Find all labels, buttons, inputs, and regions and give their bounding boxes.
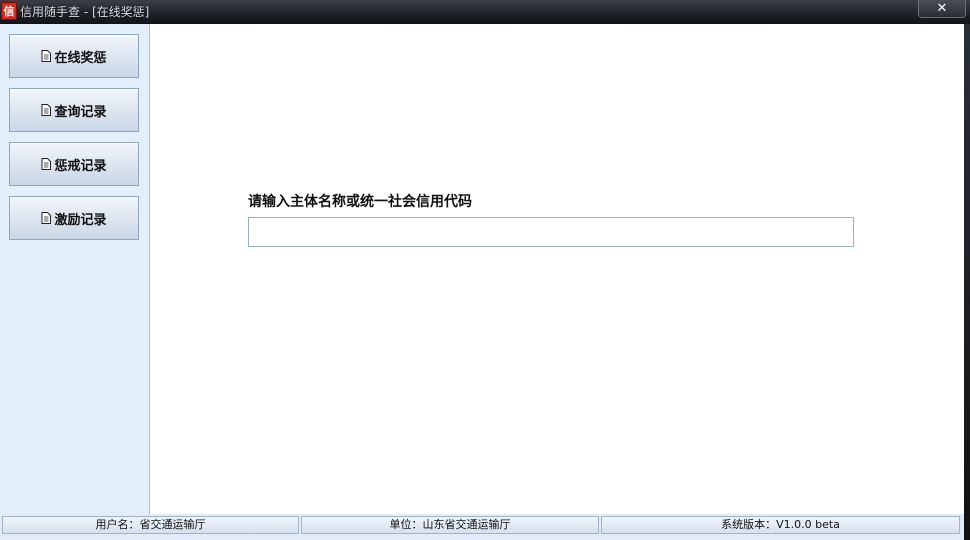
sidebar-item-label: 激励记录: [54, 212, 107, 228]
sidebar-item-label: 查询记录: [54, 104, 107, 120]
sidebar-item-label: 在线奖惩: [54, 50, 107, 66]
sidebar: 在线奖惩 查询记录 惩戒记录 激励记录: [0, 24, 150, 514]
app-logo-glyph: 信: [3, 4, 15, 18]
sidebar-item-penalty-records[interactable]: 惩戒记录: [9, 142, 139, 186]
document-icon: [41, 104, 52, 116]
search-input[interactable]: [248, 217, 854, 247]
app-window: 信 信用随手查 - [在线奖惩] ✕ 在线奖惩 查询记录 惩戒记录 激励记录 请…: [0, 0, 970, 540]
status-version: 系统版本：V1.0.0 beta: [601, 516, 960, 534]
window-title: 信用随手查 - [在线奖惩]: [20, 5, 150, 19]
sidebar-item-incentive-records[interactable]: 激励记录: [9, 196, 139, 240]
sidebar-item-online-rewards-penalties[interactable]: 在线奖惩: [9, 34, 139, 78]
status-user: 用户名：省交通运输厅: [2, 516, 299, 534]
close-icon: ✕: [936, 1, 948, 16]
sidebar-item-query-records[interactable]: 查询记录: [9, 88, 139, 132]
search-prompt-label: 请输入主体名称或统一社会信用代码: [248, 194, 472, 210]
main-panel: 请输入主体名称或统一社会信用代码: [150, 24, 964, 514]
title-bar[interactable]: 信 信用随手查 - [在线奖惩] ✕: [0, 0, 970, 24]
client-area: 在线奖惩 查询记录 惩戒记录 激励记录 请输入主体名称或统一社会信用代码: [0, 24, 964, 514]
document-icon: [41, 212, 52, 224]
status-bar: 用户名：省交通运输厅 单位：山东省交通运输厅 系统版本：V1.0.0 beta: [0, 514, 964, 540]
document-icon: [41, 158, 52, 170]
app-logo-icon[interactable]: 信: [1, 2, 17, 20]
sidebar-item-label: 惩戒记录: [54, 158, 107, 174]
document-icon: [41, 50, 52, 62]
window-frame-right: [964, 24, 970, 540]
close-button[interactable]: ✕: [918, 0, 966, 18]
status-unit: 单位：山东省交通运输厅: [301, 516, 599, 534]
